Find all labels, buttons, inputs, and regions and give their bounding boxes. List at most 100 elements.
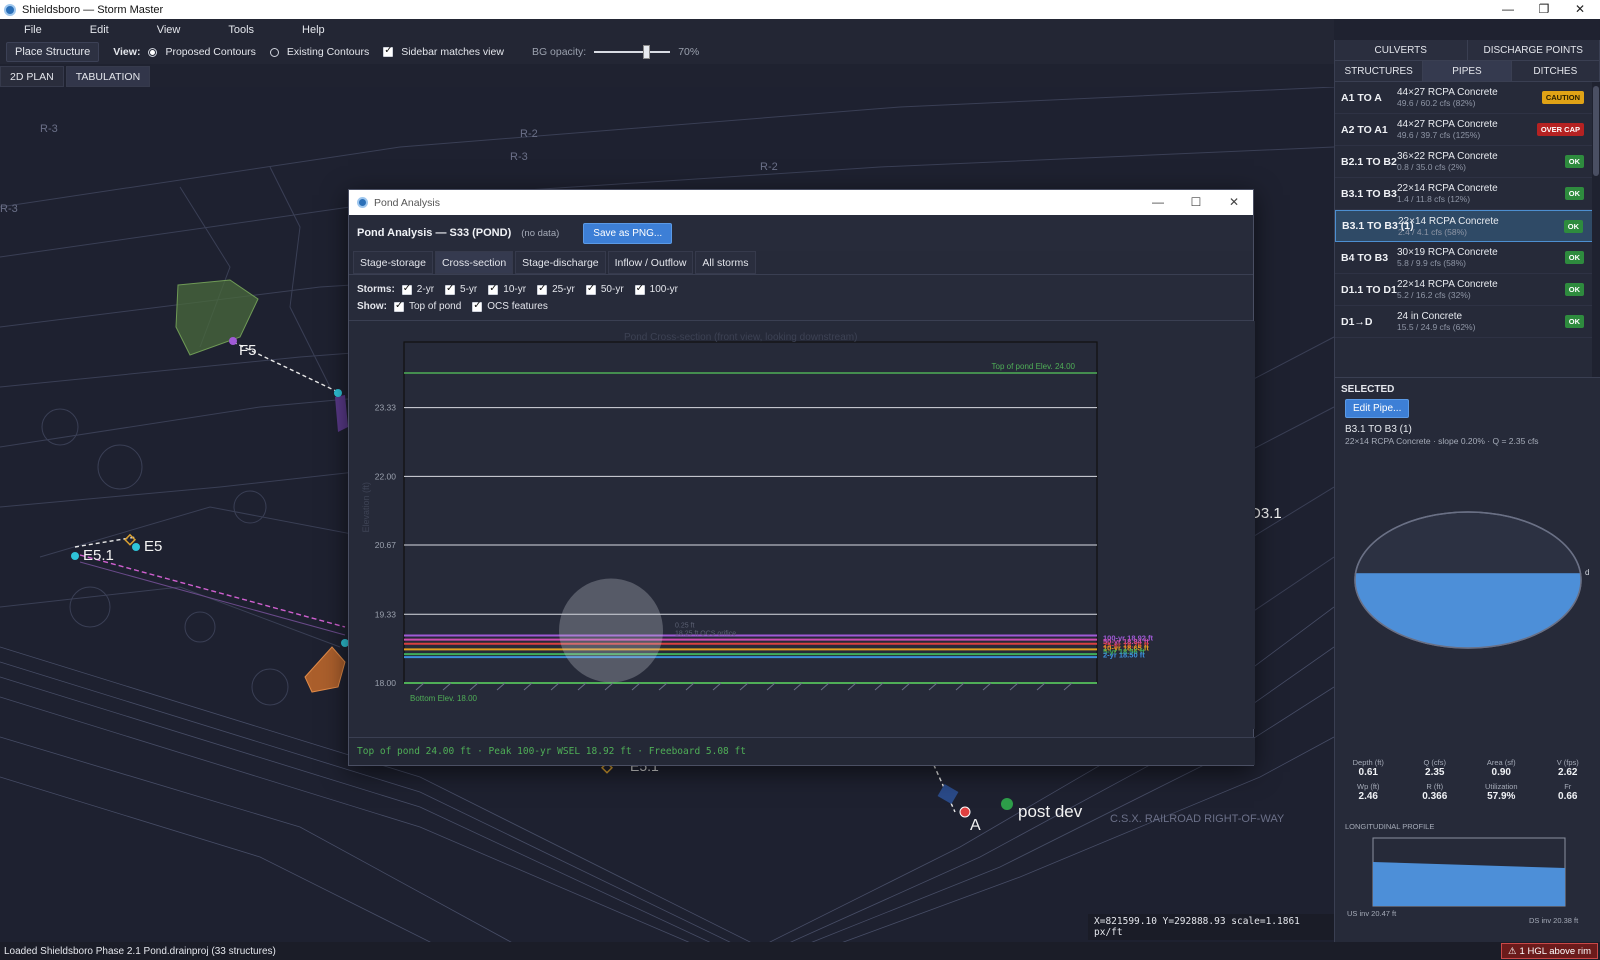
pipe-flow-fill <box>1355 573 1581 648</box>
storm-25yr-checkbox[interactable] <box>537 283 548 295</box>
tab-2d-plan[interactable]: 2D PLAN <box>0 66 64 87</box>
ground-hatch <box>739 682 749 691</box>
pond-analysis-dialog: Pond Analysis — ☐ ✕ Pond Analysis — S33 … <box>348 189 1255 766</box>
ground-hatch <box>469 682 479 691</box>
cross-section-chart-area: Pond Cross-section (front view, looking … <box>349 321 1255 729</box>
pipe-status-badge: CAUTION <box>1541 91 1584 104</box>
pipe-description: 22×14 RCPA Concrete <box>1398 215 1499 227</box>
ground-hatch <box>631 682 641 691</box>
pipe-list-item[interactable]: B3.1 TO B3 (1) 22×14 RCPA Concrete 2.4 / 4… <box>1335 210 1600 242</box>
bg-opacity-slider-thumb[interactable] <box>642 45 650 59</box>
pipe-list-item[interactable]: B3.1 TO B3 22×14 RCPA Concrete 1.4 / 11.8 … <box>1335 178 1600 210</box>
pipe-id: A1 TO A <box>1341 91 1382 104</box>
pipe-description: 24 in Concrete <box>1397 311 1463 322</box>
storm-10yr-checkbox[interactable] <box>488 283 499 295</box>
app-icon <box>4 3 16 16</box>
scrollbar-thumb[interactable] <box>1593 86 1599 176</box>
menu-edit[interactable]: Edit <box>66 24 133 36</box>
storm-5yr-checkbox[interactable] <box>445 283 456 295</box>
ground-hatch <box>847 682 857 691</box>
ground-hatch <box>1063 682 1073 691</box>
dialog-title: Pond Analysis <box>374 196 440 209</box>
tab-pipes[interactable]: PIPES <box>1423 61 1512 82</box>
warning-icon: ⚠ <box>1508 945 1517 957</box>
pipe-flow: 2.4 / 4.1 cfs (58%) <box>1398 226 1467 237</box>
top-of-pond-label: Top of pond Elev. 24.00 <box>992 362 1076 371</box>
pipe-list-item[interactable]: B2.1 TO B2 36×22 RCPA Concrete 0.8 / 35.0 … <box>1335 146 1600 178</box>
storm-100yr-label: 100-yr <box>649 284 679 295</box>
tab-tabulation[interactable]: TABULATION <box>65 66 151 87</box>
pipe-id: D1.1 TO D1 <box>1341 283 1397 296</box>
structure-polygon-orange <box>304 646 346 693</box>
stat-value: 0.66 <box>1558 791 1578 802</box>
storm-2yr-label: 2-yr <box>416 284 435 295</box>
pipe-flow: 15.5 / 24.9 cfs (62%) <box>1397 322 1476 332</box>
sidebar-matches-view-checkbox[interactable] <box>383 45 394 57</box>
pipe-status-badge: OK <box>1563 219 1583 233</box>
proposed-contours-radio[interactable] <box>148 47 158 57</box>
ground-hatch <box>523 682 533 691</box>
dialog-maximize-icon[interactable]: ☐ <box>1177 190 1215 215</box>
pipe-description: 44×27 RCPA Concrete <box>1397 119 1498 130</box>
structure-node <box>229 337 237 345</box>
map-label-a: A <box>970 817 981 834</box>
pipe-list-item[interactable]: D1→D 24 in Concrete 15.5 / 24.9 cfs (62%) O… <box>1335 306 1600 338</box>
menu-help[interactable]: Help <box>278 24 349 36</box>
chart-title: Pond Cross-section (front view, looking … <box>624 332 857 343</box>
tab-inflow-outflow[interactable]: Inflow / Outflow <box>607 251 694 274</box>
save-png-button[interactable]: Save as PNG... <box>583 222 673 244</box>
stat-label: Area (sf) <box>1486 758 1516 767</box>
bottom-label: Bottom Elev. 18.00 <box>410 694 478 703</box>
pipe-list: A1 TO A 44×27 RCPA Concrete 49.6 / 60.2 cf… <box>1335 82 1600 378</box>
tab-structures[interactable]: STRUCTURES <box>1335 61 1424 82</box>
minimize-icon[interactable]: — <box>1490 0 1526 19</box>
dialog-minimize-icon[interactable]: — <box>1139 190 1177 215</box>
edit-pipe-button[interactable]: Edit Pipe... <box>1345 399 1410 418</box>
window-title: Shieldsboro — Storm Master <box>22 3 164 16</box>
plot-frame <box>403 341 1098 684</box>
pipe-stat: Q (cfs) 2.35 <box>1402 758 1469 778</box>
pipe-list-item[interactable]: B4 TO B3 30×19 RCPA Concrete 5.8 / 9.9 cfs… <box>1335 242 1600 274</box>
dialog-close-icon[interactable]: ✕ <box>1215 190 1253 215</box>
stat-label: V (fps) <box>1556 758 1579 767</box>
maximize-icon[interactable]: ❐ <box>1526 0 1562 19</box>
tab-all-storms[interactable]: All storms <box>695 251 756 274</box>
storm-2yr-checkbox[interactable] <box>401 283 412 295</box>
pipe-list-item[interactable]: A2 TO A1 44×27 RCPA Concrete 49.6 / 39.7 c… <box>1335 114 1600 146</box>
tab-stage-discharge[interactable]: Stage-discharge <box>515 251 606 274</box>
tab-culverts[interactable]: CULVERTS <box>1335 40 1468 61</box>
pipe-flow: 5.8 / 9.9 cfs (58%) <box>1397 258 1466 268</box>
map-zone-label: R-2 <box>520 128 538 140</box>
bg-opacity-slider[interactable] <box>594 45 671 59</box>
show-top-of-pond-checkbox[interactable] <box>394 300 404 312</box>
map-label-e5-1: E5.1 <box>83 547 114 564</box>
y-tick-label: 19.33 <box>375 609 397 619</box>
pipe-list-scrollbar[interactable] <box>1592 82 1600 377</box>
pipe-description: 22×14 RCPA Concrete <box>1397 279 1498 290</box>
tab-stage-storage[interactable]: Stage-storage <box>353 251 433 274</box>
longitudinal-profile-title: LONGITUDINAL PROFILE <box>1345 822 1435 831</box>
show-ocs-features-checkbox[interactable] <box>472 300 483 312</box>
tab-cross-section[interactable]: Cross-section <box>434 251 514 274</box>
ground-hatch <box>685 682 695 691</box>
hgl-warning-badge[interactable]: ⚠ 1 HGL above rim <box>1501 943 1598 959</box>
tab-ditches[interactable]: DITCHES <box>1511 61 1600 82</box>
close-icon[interactable]: ✕ <box>1562 0 1598 19</box>
show-label: Show: <box>357 301 387 312</box>
place-structure-button[interactable]: Place Structure <box>6 42 100 62</box>
menu-view[interactable]: View <box>133 24 205 36</box>
toolbar: Place Structure View: Proposed Contours … <box>0 40 1334 64</box>
pipe-id: D1→D <box>1341 315 1373 328</box>
pipe-list-item[interactable]: A1 TO A 44×27 RCPA Concrete 49.6 / 60.2 cf… <box>1335 82 1600 114</box>
existing-contours-radio[interactable] <box>269 47 279 57</box>
storm-100yr-checkbox[interactable] <box>634 283 645 295</box>
storm-50yr-checkbox[interactable] <box>585 283 596 295</box>
tab-discharge-points[interactable]: DISCHARGE POINTS <box>1467 40 1600 61</box>
bg-opacity-label: BG opacity: <box>531 46 587 58</box>
menu-file[interactable]: File <box>0 24 66 36</box>
menu-tools[interactable]: Tools <box>204 24 278 36</box>
ground-hatch <box>496 682 506 691</box>
pipe-cross-section: d <box>1354 511 1589 649</box>
stat-label: Utilization <box>1484 782 1518 791</box>
pipe-list-item[interactable]: D1.1 TO D1 22×14 RCPA Concrete 5.2 / 16.2 … <box>1335 274 1600 306</box>
